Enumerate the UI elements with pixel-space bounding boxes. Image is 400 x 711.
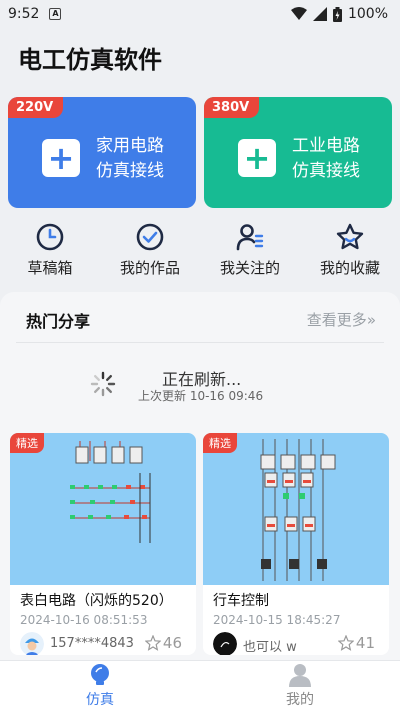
shortcut-following[interactable]: 我关注的 [200,222,300,286]
avatar [213,632,237,655]
section-title: 热门分享 [26,311,91,331]
shortcut-label: 我的收藏 [319,259,380,277]
avatar [20,632,44,655]
tab-label: 我的 [286,692,314,708]
post-author: 157****4843 [50,636,134,651]
card-title: 工业电路 [292,136,360,156]
post-title: 表白电路（闪烁的520） [20,593,173,609]
last-updated: 上次更新 10-16 09:46 [138,389,264,403]
featured-badge: 精选 [203,433,237,453]
battery-level: 100% [347,6,388,22]
shortcut-drafts[interactable]: 草稿箱 [0,222,100,286]
star-outline-icon [337,635,354,651]
post-card[interactable]: 精选 行车控制 2024-10-15 18:45:27 也可以 w 41 [203,433,389,655]
home-circuit-card[interactable]: 220V + 家用电路 仿真接线 [8,97,196,208]
bulb-icon [91,664,109,685]
wifi-icon [290,7,307,20]
tab-mine[interactable]: 我的 [200,661,400,711]
shortcut-label: 我关注的 [219,259,280,277]
bottom-tab-bar: 仿真 我的 [0,660,400,711]
shortcut-row: 草稿箱 我的作品 我关注的 我的收藏 [0,222,400,286]
circuit-thumbnail [10,433,196,585]
pull-refresh-indicator: 正在刷新... 上次更新 10-16 09:46 [0,362,400,406]
shortcut-label: 草稿箱 [27,259,73,277]
post-title: 行车控制 [213,593,269,609]
double-chevron-icon: » [366,311,376,329]
plus-icon: + [238,139,276,177]
tab-label: 仿真 [86,692,114,708]
voltage-tag: 380V [204,97,260,118]
post-date: 2024-10-15 18:45:27 [213,613,341,627]
post-author: 也可以 w [243,640,297,655]
user-list-icon [236,224,264,251]
page-title: 电工仿真软件 [18,46,162,74]
clock-icon [36,223,64,251]
card-title: 家用电路 [96,136,164,156]
voltage-tag: 220V [8,97,64,118]
card-subtitle: 仿真接线 [96,161,164,181]
check-circle-icon [136,223,164,251]
shortcut-favorites[interactable]: 我的收藏 [300,222,400,286]
featured-badge: 精选 [10,433,44,453]
shortcut-label: 我的作品 [119,259,180,277]
circuit-thumbnail [203,433,389,585]
industrial-circuit-card[interactable]: 380V + 工业电路 仿真接线 [204,97,392,208]
favorite-count[interactable]: 41 [337,634,375,652]
clock-time: 9:52 [8,6,40,22]
loading-spinner-icon [90,371,116,397]
see-more-link[interactable]: 查看更多» [307,309,376,330]
tab-simulation[interactable]: 仿真 [0,661,200,711]
signal-icon [312,7,327,21]
status-bar: 9:52 A 100% [0,0,400,28]
battery-icon [332,6,342,22]
plus-icon: + [42,139,80,177]
app-notification-icon: A [49,8,62,20]
favorite-count[interactable]: 46 [144,634,182,652]
hot-share-header: 热门分享 查看更多» [16,297,384,343]
star-outline-icon [144,635,161,651]
shortcut-my-works[interactable]: 我的作品 [100,222,200,286]
post-card[interactable]: 精选 表白电路（闪烁的520） 2024-10-16 08:51:53 157*… [10,433,196,655]
person-icon [289,664,311,687]
star-icon [336,223,364,250]
card-subtitle: 仿真接线 [292,161,360,181]
post-date: 2024-10-16 08:51:53 [20,613,148,627]
